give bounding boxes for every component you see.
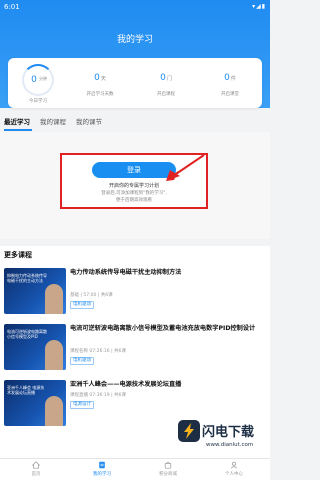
course-thumbnail: 电流可逆斩波电路离散小信号模型及PID	[4, 324, 66, 370]
course-tag: 电机驱动	[70, 357, 94, 365]
course-thumbnail: 亚洲千人峰会 电源技术发展论坛直播	[4, 380, 66, 426]
course-title: 电流可逆斩波电路离散小信号模型及蓄电池充放电数字PID控制设计	[70, 325, 256, 332]
study-icon	[99, 461, 105, 469]
presenter-image	[45, 284, 63, 314]
bottom-navigation: 首页 我的学习 积分商城 个人中心	[0, 458, 270, 480]
course-meta: 基础 | 57:00 | 共6课	[70, 293, 113, 298]
course-item[interactable]: 抑制电力传动系统传导电磁干扰的主动方法 电力传动系统传导电磁干扰主动抑制方法 基…	[4, 268, 266, 318]
presenter-image	[45, 396, 63, 426]
course-tag: 电源设计	[70, 401, 94, 409]
course-meta: 课程直播 07:36:19 | 共6课	[70, 393, 126, 398]
watermark-url: www.dianlut.com	[206, 442, 254, 448]
course-title: 电力传动系统传导电磁干扰主动抑制方法	[70, 269, 182, 276]
nav-home[interactable]: 首页	[6, 461, 66, 477]
nav-points-mall[interactable]: 积分商城	[138, 461, 198, 477]
course-meta: 课程名称 07:26:16 | 共6课	[70, 349, 126, 354]
lightning-logo-icon	[178, 420, 200, 442]
course-thumbnail: 抑制电力传动系统传导电磁干扰的主动方法	[4, 268, 66, 314]
watermark: 闪电下载 www.dianlut.com	[178, 418, 268, 456]
nav-profile[interactable]: 个人中心	[204, 461, 264, 477]
section-title: 更多课程	[4, 251, 32, 259]
course-title: 亚洲千人峰会——电源技术发展论坛直播	[70, 381, 182, 388]
course-tag: 电机驱动	[70, 301, 94, 309]
course-item[interactable]: 电流可逆斩波电路离散小信号模型及PID 电流可逆斩波电路离散小信号模型及蓄电池充…	[4, 324, 266, 374]
presenter-image	[45, 340, 63, 370]
watermark-name: 闪电下载	[202, 425, 255, 440]
mall-icon	[164, 461, 172, 469]
nav-my-study[interactable]: 我的学习	[72, 461, 132, 477]
home-icon	[32, 461, 40, 469]
user-icon	[230, 461, 238, 469]
